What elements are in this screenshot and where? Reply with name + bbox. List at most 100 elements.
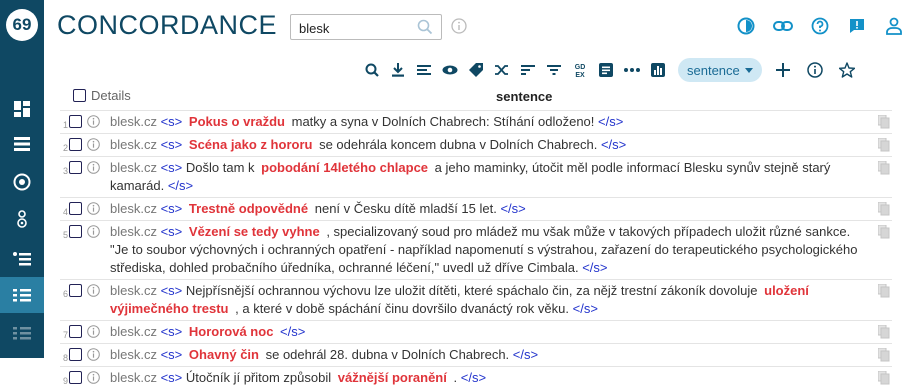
row-checkbox[interactable]	[69, 371, 82, 384]
concordance-circle-icon[interactable]	[0, 164, 44, 200]
wordlist-icon[interactable]	[0, 241, 44, 277]
row-info-icon[interactable]	[87, 348, 100, 366]
row-number: 6	[62, 289, 68, 299]
row-source[interactable]: blesk.cz	[110, 324, 157, 339]
row-info-icon[interactable]	[87, 138, 100, 156]
row-checkbox[interactable]	[69, 325, 82, 338]
kwic-keyword[interactable]: Vězení se tedy vyhne	[186, 224, 323, 239]
sentence-close-tag: </s>	[600, 137, 627, 152]
row-number: 7	[62, 330, 68, 340]
row-source[interactable]: blesk.cz	[110, 114, 157, 129]
kwic-keyword[interactable]: Scéna jako z hororu	[186, 137, 316, 152]
kwic-keyword[interactable]: Trestně odpovědné	[186, 201, 311, 216]
search-info-icon[interactable]	[451, 18, 467, 39]
row-info-icon[interactable]	[87, 115, 100, 133]
star-icon[interactable]	[836, 58, 859, 82]
concordance-row: 6 blesk.cz <s> Nejpřísnější ochrannou vý…	[60, 279, 892, 320]
dashboard-icon[interactable]	[0, 91, 44, 127]
right-context: , a které v době spáchání činu dovršilo …	[235, 301, 569, 316]
row-checkbox[interactable]	[69, 348, 82, 361]
table-header: Details sentence	[44, 86, 912, 108]
tag-icon[interactable]	[464, 58, 487, 82]
kwic-keyword[interactable]: Hororová noc	[186, 324, 277, 339]
row-checkbox[interactable]	[69, 115, 82, 128]
row-number: 8	[62, 353, 68, 363]
kwic-keyword[interactable]: pobodání 14letého chlapce	[258, 160, 431, 175]
copy-icon[interactable]	[877, 324, 890, 344]
row-checkbox[interactable]	[69, 284, 82, 297]
text-types-icon[interactable]	[594, 58, 617, 82]
copy-icon[interactable]	[877, 160, 890, 180]
row-number: 5	[62, 230, 68, 240]
row-source[interactable]: blesk.cz	[110, 160, 157, 175]
row-number: 3	[62, 166, 68, 176]
copy-icon[interactable]	[877, 224, 890, 244]
download-icon[interactable]	[386, 58, 409, 82]
copy-icon[interactable]	[877, 370, 890, 390]
result-toolbar: GD EX sentence	[360, 56, 862, 84]
gdex-icon[interactable]: GD EX	[568, 58, 591, 82]
collocations-icon[interactable]	[0, 201, 44, 237]
row-checkbox[interactable]	[69, 202, 82, 215]
row-number: 1	[62, 120, 68, 130]
search-icon[interactable]	[417, 19, 433, 40]
feedback-icon[interactable]	[838, 14, 875, 38]
add-icon[interactable]	[772, 58, 795, 82]
theme-toggle-icon[interactable]	[727, 14, 764, 38]
row-source[interactable]: blesk.cz	[110, 283, 157, 298]
row-info-icon[interactable]	[87, 225, 100, 243]
sentence-open-tag: <s>	[160, 137, 183, 152]
select-all-checkbox[interactable]	[73, 89, 86, 102]
sentence-close-tag: </s>	[598, 114, 624, 129]
frequency-chart-icon[interactable]	[646, 58, 669, 82]
sentence-open-tag: <s>	[160, 160, 183, 175]
kwic-keyword[interactable]: vážnější poranění	[335, 370, 450, 385]
ngrams-icon[interactable]	[0, 315, 44, 351]
row-number: 4	[62, 207, 68, 217]
view-options-icon[interactable]	[412, 58, 435, 82]
copy-icon[interactable]	[877, 114, 890, 134]
search-input[interactable]: blesk	[290, 14, 442, 40]
row-source[interactable]: blesk.cz	[110, 347, 157, 362]
view-mode-select[interactable]: sentence	[678, 58, 762, 82]
keywords-icon[interactable]	[0, 277, 44, 313]
row-info-icon[interactable]	[87, 371, 100, 389]
row-checkbox[interactable]	[69, 161, 82, 174]
help-icon[interactable]	[801, 14, 838, 38]
row-info-icon[interactable]	[87, 325, 100, 343]
copy-icon[interactable]	[877, 283, 890, 303]
list-view-icon[interactable]	[0, 126, 44, 162]
app-logo[interactable]: 69	[6, 9, 38, 41]
toolbar-info-icon[interactable]	[804, 58, 827, 82]
row-info-icon[interactable]	[87, 284, 100, 302]
row-source[interactable]: blesk.cz	[110, 224, 157, 239]
row-info-icon[interactable]	[87, 202, 100, 220]
sentence-close-tag: </s>	[512, 347, 539, 362]
filter-icon[interactable]	[542, 58, 565, 82]
kwic-keyword[interactable]: Ohavný čin	[186, 347, 262, 362]
row-source[interactable]: blesk.cz	[110, 137, 157, 152]
row-number: 9	[62, 376, 68, 386]
sentence-open-tag: <s>	[160, 324, 183, 339]
row-source[interactable]: blesk.cz	[110, 201, 157, 216]
row-info-icon[interactable]	[87, 161, 100, 179]
right-context: se odehrál 28. dubna v Dolních Chabrech.	[265, 347, 510, 362]
more-icon[interactable]	[620, 58, 643, 82]
link-icon[interactable]	[764, 14, 801, 38]
right-context: .	[453, 370, 458, 385]
kwic-keyword[interactable]: Pokus o vraždu	[186, 114, 288, 129]
user-icon[interactable]	[875, 14, 912, 38]
view-mode-value: sentence	[687, 62, 740, 78]
eye-icon[interactable]	[438, 58, 461, 82]
row-source[interactable]: blesk.cz	[110, 370, 157, 385]
copy-icon[interactable]	[877, 201, 890, 221]
sentence-open-tag: <s>	[160, 347, 183, 362]
concordance-row: 3 blesk.cz <s> Došlo tam k pobodání 14le…	[60, 156, 892, 197]
search-zoom-icon[interactable]	[360, 58, 383, 82]
shuffle-icon[interactable]	[490, 58, 513, 82]
row-checkbox[interactable]	[69, 225, 82, 238]
copy-icon[interactable]	[877, 137, 890, 157]
row-checkbox[interactable]	[69, 138, 82, 151]
sentence-open-tag: <s>	[160, 201, 183, 216]
sort-icon[interactable]	[516, 58, 539, 82]
